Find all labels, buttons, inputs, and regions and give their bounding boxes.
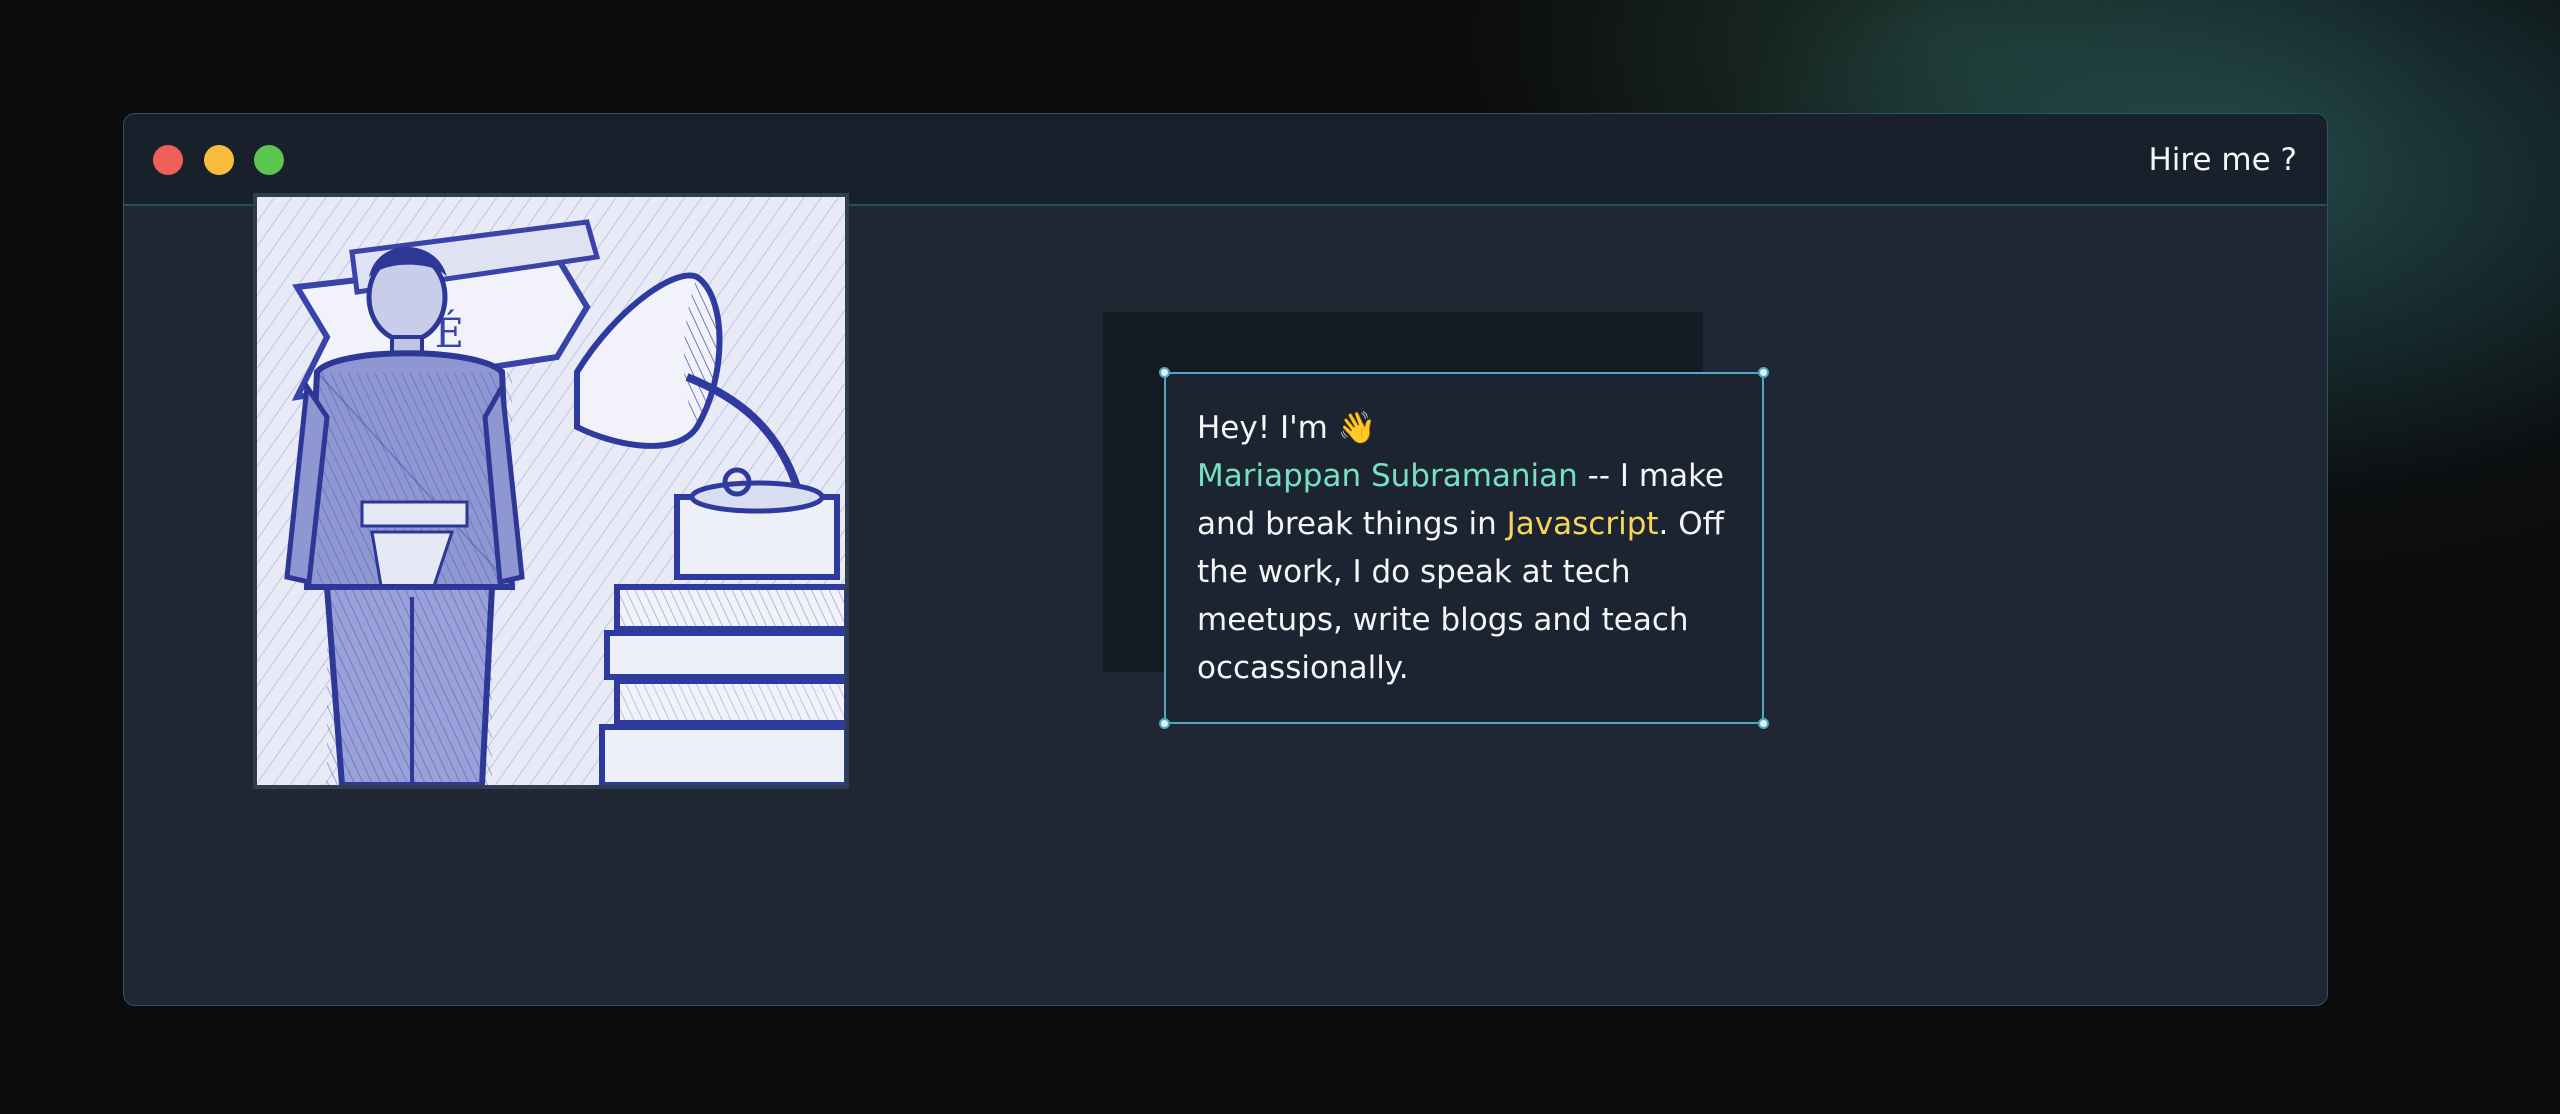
hire-me-link[interactable]: Hire me ?: [2149, 140, 2298, 180]
page-background: Hire me ? FÉ D ARTS: [0, 0, 2560, 1114]
maximize-window-button[interactable]: [254, 145, 284, 175]
resize-handle-top-right[interactable]: [1758, 367, 1769, 378]
profile-sketch-illustration: FÉ D ARTS: [257, 197, 845, 785]
close-window-button[interactable]: [153, 145, 183, 175]
profile-photo: FÉ D ARTS: [253, 193, 849, 789]
intro-language: Javascript: [1506, 506, 1659, 542]
resize-handle-bottom-right[interactable]: [1758, 718, 1769, 729]
minimize-window-button[interactable]: [204, 145, 234, 175]
intro-name: Mariappan Subramanian: [1197, 458, 1578, 494]
intro-paragraph: Mariappan Subramanian -- I make and brea…: [1197, 452, 1732, 692]
resize-handle-top-left[interactable]: [1159, 367, 1170, 378]
intro-greeting: Hey! I'm 👋: [1197, 410, 1377, 446]
intro-card: Hey! I'm 👋 Mariappan Subramanian -- I ma…: [1159, 367, 1769, 729]
resize-handle-bottom-left[interactable]: [1159, 718, 1170, 729]
